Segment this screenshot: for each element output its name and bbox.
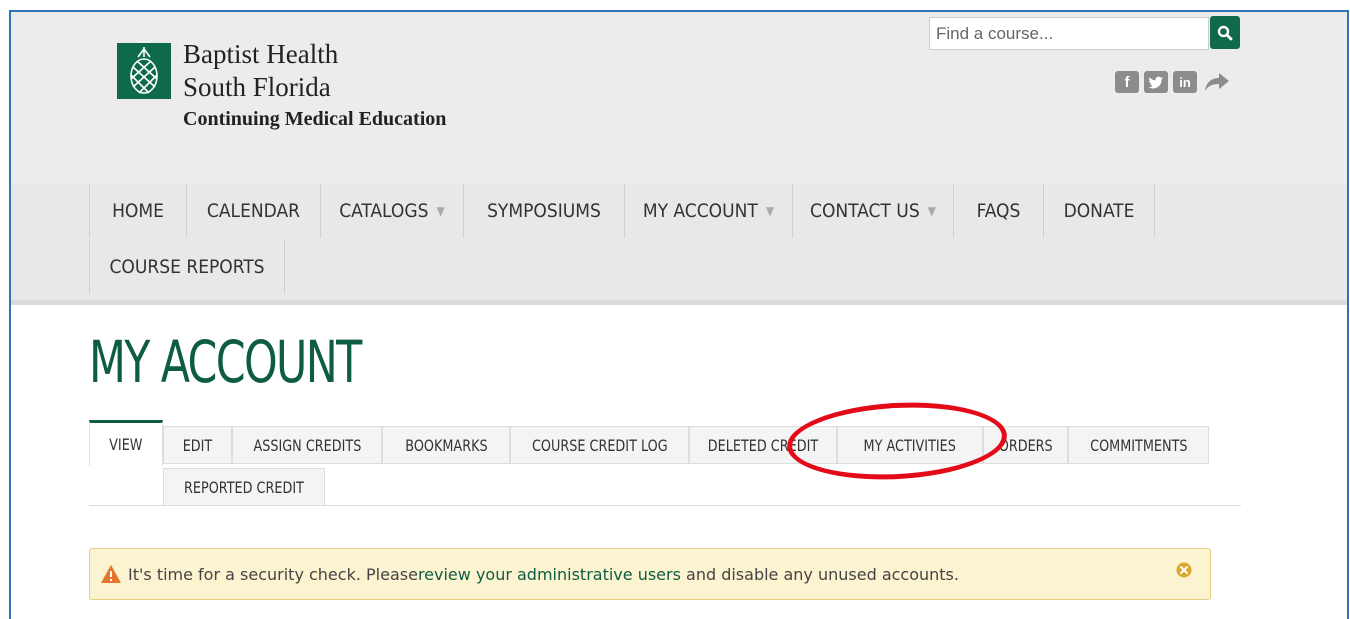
brand-name-line2[interactable]: South Florida bbox=[183, 73, 331, 101]
nav-faqs[interactable]: FAQS bbox=[953, 184, 1043, 238]
tab-commitments[interactable]: COMMITMENTS bbox=[1068, 426, 1209, 464]
nav-symposiums[interactable]: SYMPOSIUMS bbox=[463, 184, 624, 238]
search-button[interactable] bbox=[1210, 16, 1240, 49]
search-input[interactable] bbox=[929, 17, 1209, 50]
share-icon[interactable] bbox=[1203, 70, 1231, 94]
nav-home[interactable]: HOME bbox=[89, 184, 186, 238]
linkedin-icon[interactable]: in bbox=[1173, 70, 1197, 94]
main-nav: HOME CALENDAR CATALOGS ▼ SYMPOSIUMS MY AC… bbox=[11, 184, 1347, 305]
alert-text-after: and disable any unused accounts. bbox=[680, 564, 959, 584]
tab-view[interactable]: VIEW bbox=[89, 420, 163, 466]
tab-reported-credit[interactable]: REPORTED CREDIT bbox=[163, 468, 325, 506]
tab-orders[interactable]: ORDERS bbox=[983, 426, 1068, 464]
site-header: Baptist Health South Florida Continuing … bbox=[11, 12, 1347, 184]
warning-icon bbox=[100, 564, 122, 584]
caret-down-icon: ▼ bbox=[765, 204, 775, 218]
caret-down-icon: ▼ bbox=[436, 204, 445, 218]
tab-bookmarks[interactable]: BOOKMARKS bbox=[382, 426, 510, 464]
page-frame: Baptist Health South Florida Continuing … bbox=[9, 10, 1349, 619]
close-icon[interactable] bbox=[1176, 562, 1192, 582]
tab-edit[interactable]: EDIT bbox=[163, 426, 232, 464]
nav-catalogs[interactable]: CATALOGS ▼ bbox=[320, 184, 463, 238]
caret-down-icon: ▼ bbox=[927, 204, 936, 218]
nav-course-reports[interactable]: COURSE REPORTS bbox=[89, 240, 285, 294]
nav-my-account[interactable]: MY ACCOUNT ▼ bbox=[624, 184, 792, 238]
review-admin-users-link[interactable]: review your administrative users bbox=[418, 565, 681, 584]
security-alert: It's time for a security check. Please r… bbox=[89, 548, 1211, 600]
twitter-icon[interactable] bbox=[1144, 70, 1168, 94]
tab-my-activities[interactable]: MY ACTIVITIES bbox=[837, 426, 983, 464]
alert-text-before: It's time for a security check. Please bbox=[128, 564, 418, 584]
nav-calendar[interactable]: CALENDAR bbox=[186, 184, 320, 238]
search-icon bbox=[1217, 25, 1233, 40]
tab-assign-credits[interactable]: ASSIGN CREDITS bbox=[232, 426, 382, 464]
pineapple-logo-icon[interactable] bbox=[117, 43, 171, 99]
page-title: MY ACCOUNT bbox=[89, 328, 362, 396]
nav-contact-us[interactable]: CONTACT US ▼ bbox=[792, 184, 953, 238]
nav-donate[interactable]: DONATE bbox=[1043, 184, 1155, 238]
brand-subtitle[interactable]: Continuing Medical Education bbox=[183, 108, 446, 131]
facebook-icon[interactable]: f bbox=[1115, 70, 1139, 94]
tab-course-credit-log[interactable]: COURSE CREDIT LOG bbox=[510, 426, 689, 464]
tabs-divider bbox=[89, 505, 1241, 506]
tab-deleted-credit[interactable]: DELETED CREDIT bbox=[689, 426, 837, 464]
brand-name-line1[interactable]: Baptist Health bbox=[183, 40, 338, 68]
